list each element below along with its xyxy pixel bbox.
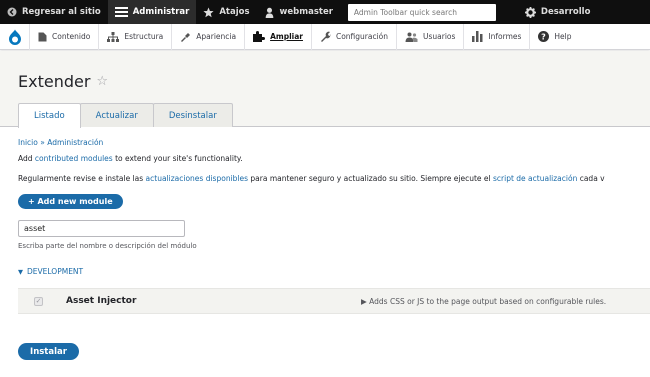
package-toggle-development[interactable]: ▼ DEVELOPMENT	[18, 267, 83, 276]
wrench-icon	[320, 31, 331, 42]
tray-item-reports[interactable]: Informes	[464, 23, 531, 50]
admin-search-input[interactable]	[347, 3, 496, 21]
tray-label: Configuración	[335, 32, 389, 41]
module-filter-input[interactable]	[18, 220, 185, 237]
tray-item-config[interactable]: Configuración	[312, 23, 398, 50]
module-description: Adds CSS or JS to the page output based …	[369, 297, 607, 306]
tab-uninstall[interactable]: Desinstalar	[152, 103, 233, 127]
module-name: Asset Injector	[66, 296, 137, 306]
back-label: Regresar al sitio	[22, 7, 101, 17]
devel-tab[interactable]: Desarrollo	[518, 0, 598, 24]
tab-list[interactable]: Listado	[18, 103, 81, 128]
triangle-right-icon: ▶	[361, 297, 370, 306]
module-checkbox[interactable]: ✓	[34, 297, 43, 306]
tray-item-help[interactable]: ? Help	[530, 24, 579, 50]
drupal-drop-icon	[8, 29, 21, 45]
add-new-module-button[interactable]: + Add new module	[18, 194, 123, 209]
tray-label: Ampliar	[270, 32, 303, 41]
sitemap-icon	[107, 31, 120, 42]
help-icon: ?	[538, 31, 550, 42]
intro-text-part: to extend your site's functionality.	[112, 154, 243, 163]
users-icon	[405, 32, 418, 42]
contributed-modules-link[interactable]: contributed modules	[35, 154, 113, 163]
page-title: Extender ☆	[18, 72, 108, 91]
admin-toolbar: Regresar al sitio Administrar Atajos web…	[0, 0, 650, 24]
tray-label: Help	[554, 32, 572, 41]
back-to-site-link[interactable]: Regresar al sitio	[0, 0, 108, 24]
update-script-link[interactable]: script de actualización	[493, 174, 577, 183]
svg-text:?: ?	[542, 32, 547, 41]
tray-label: Contenido	[52, 32, 91, 41]
intro-text-part: Add	[18, 154, 35, 163]
bar-chart-icon	[472, 31, 483, 42]
star-icon	[203, 7, 214, 17]
shortcuts-tab[interactable]: Atajos	[196, 0, 256, 24]
tray-label: Estructura	[124, 32, 164, 41]
update-notice-text: Regularmente revise e instale las actual…	[18, 174, 605, 183]
gear-icon	[524, 6, 536, 18]
manage-label: Administrar	[132, 7, 190, 17]
user-icon	[265, 7, 273, 18]
primary-tabs: Listado Actualizar Desinstalar	[18, 103, 233, 128]
breadcrumb-home-link[interactable]: Inicio	[18, 138, 38, 147]
available-updates-link[interactable]: actualizaciones disponibles	[146, 174, 248, 183]
notice-text-part: para mantener seguro y actualizado su si…	[248, 174, 494, 183]
tab-update[interactable]: Actualizar	[79, 103, 154, 127]
admin-tray: Contenido Estructura Apariencia Ampliar …	[0, 23, 650, 50]
shortcuts-label: Atajos	[219, 7, 250, 17]
table-row: ✓ Asset Injector ▶ Adds CSS or JS to the…	[18, 288, 650, 314]
user-tab[interactable]: webmaster	[257, 0, 340, 24]
page-title-text: Extender	[18, 72, 91, 91]
breadcrumb-admin-link[interactable]: Administración	[47, 138, 103, 147]
intro-text: Add contributed modules to extend your s…	[18, 154, 243, 163]
puzzle-icon	[253, 31, 266, 42]
notice-text-part: Regularmente revise e instale las	[18, 174, 146, 183]
install-button[interactable]: Instalar	[18, 343, 79, 360]
shortcut-star-icon[interactable]: ☆	[96, 74, 108, 89]
user-label: webmaster	[279, 7, 333, 17]
file-icon	[38, 32, 47, 41]
filter-help-text: Escriba parte del nombre o descripción d…	[18, 242, 197, 250]
tray-item-structure[interactable]: Estructura	[99, 23, 173, 50]
tray-item-appearance[interactable]: Apariencia	[172, 23, 246, 50]
module-description-toggle[interactable]: ▶ Adds CSS or JS to the page output base…	[361, 297, 606, 306]
paint-icon	[181, 32, 191, 42]
devel-label: Desarrollo	[540, 7, 591, 17]
drupal-logo[interactable]	[0, 23, 30, 50]
notice-text-part: cada v	[577, 174, 605, 183]
tray-label: Informes	[488, 32, 522, 41]
breadcrumb-separator: »	[37, 138, 48, 147]
breadcrumb: Inicio » Administración	[18, 138, 103, 147]
tray-item-extend[interactable]: Ampliar	[245, 23, 312, 50]
caret-down-icon: ▼	[18, 267, 23, 276]
tray-label: Apariencia	[196, 32, 237, 41]
back-arrow-icon	[7, 7, 17, 17]
menu-icon	[114, 7, 128, 17]
tray-item-content[interactable]: Contenido	[30, 23, 100, 50]
package-title: DEVELOPMENT	[27, 267, 84, 276]
tray-label: Usuarios	[423, 32, 456, 41]
manage-tab[interactable]: Administrar	[107, 0, 197, 24]
tray-item-users[interactable]: Usuarios	[397, 23, 465, 50]
